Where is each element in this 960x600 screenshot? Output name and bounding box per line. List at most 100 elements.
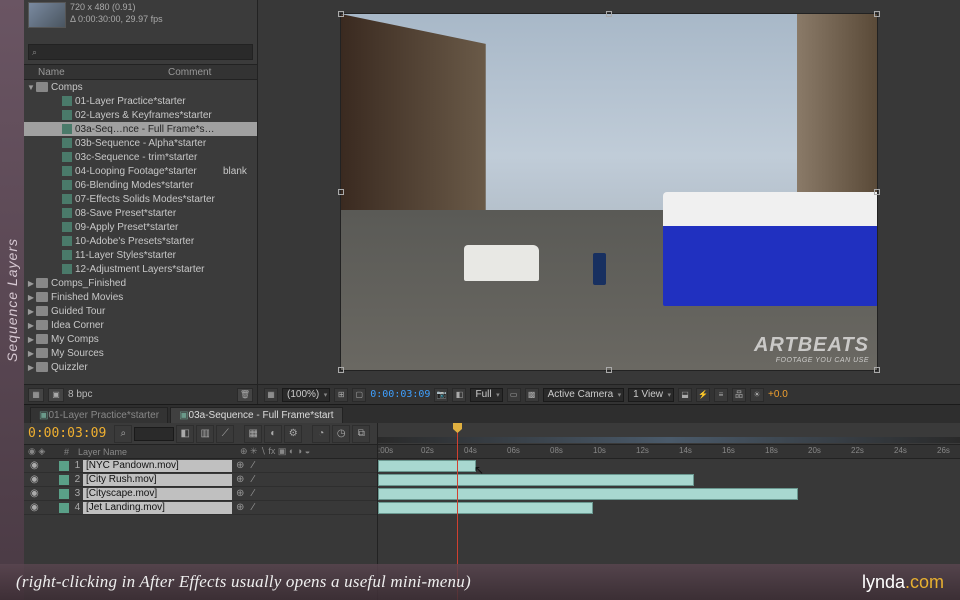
project-item[interactable]: 10-Adobe's Presets*starter [24, 234, 257, 248]
exposure-value[interactable]: +0.0 [768, 389, 788, 400]
project-item[interactable]: ▶Guided Tour [24, 304, 257, 318]
project-item[interactable]: 03b-Sequence - Alpha*starter [24, 136, 257, 150]
transform-handle[interactable] [606, 11, 612, 17]
comp-flowchart-icon[interactable]: 品 [732, 388, 746, 402]
layer-duration-bar[interactable] [378, 488, 798, 500]
frame-blend-icon[interactable]: ▦ [244, 425, 262, 443]
layer-switch[interactable]: ⊕ [236, 488, 244, 499]
reset-exposure-icon[interactable]: ☀ [750, 388, 764, 402]
layer-name[interactable]: [Cityscape.mov] [83, 488, 232, 500]
layer-switch[interactable]: ∕ [252, 488, 254, 499]
project-item[interactable]: ▶My Sources [24, 346, 257, 360]
transform-handle[interactable] [874, 367, 880, 373]
pixel-aspect-icon[interactable]: ⬓ [678, 388, 692, 402]
project-item[interactable]: ▶Quizzler [24, 360, 257, 374]
viewer-timecode[interactable]: 0:00:03:09 [370, 389, 430, 400]
layer-color-swatch[interactable] [59, 475, 68, 485]
visibility-toggle-icon[interactable]: ◉ [30, 474, 39, 485]
graph-editor-icon[interactable]: ◔ [312, 425, 330, 443]
auto-keyframe-icon[interactable]: ◷ [332, 425, 350, 443]
timeline-tab[interactable]: ▣ 01-Layer Practice*starter [30, 407, 168, 423]
layer-row[interactable]: ◉3[Cityscape.mov]⊕∕ [24, 487, 377, 501]
search-icon[interactable]: ⌕ [114, 425, 132, 443]
project-item[interactable]: 03a-Seq…nce - Full Frame*start [24, 122, 257, 136]
timeline-tab[interactable]: ▣ 03a-Sequence - Full Frame*start [170, 407, 343, 423]
layer-row[interactable]: ◉2[City Rush.mov]⊕∕ [24, 473, 377, 487]
project-item[interactable]: 01-Layer Practice*starter [24, 94, 257, 108]
bpc-toggle[interactable]: 8 bpc [68, 389, 92, 400]
viewer-area[interactable]: ARTBEATS FOOTAGE YOU CAN USE [258, 0, 960, 384]
project-item[interactable]: ▶My Comps [24, 332, 257, 346]
layer-switch[interactable]: ∕ [252, 460, 254, 471]
project-item[interactable]: 07-Effects Solids Modes*starter [24, 192, 257, 206]
project-item[interactable]: ▶Idea Corner [24, 318, 257, 332]
fast-preview-icon[interactable]: ⚡ [696, 388, 710, 402]
camera-dropdown[interactable]: Active Camera [543, 388, 625, 402]
project-columns-header[interactable]: Name Comment [24, 64, 257, 80]
transform-handle[interactable] [874, 11, 880, 17]
project-item[interactable]: 09-Apply Preset*starter [24, 220, 257, 234]
layer-switch[interactable]: ⊕ [236, 460, 244, 471]
channel-icon[interactable]: ◧ [452, 388, 466, 402]
trash-icon[interactable]: 🗑 [237, 388, 253, 402]
hide-shy-icon[interactable]: ⟋ [216, 425, 234, 443]
transparency-grid-icon[interactable]: ▩ [525, 388, 539, 402]
layer-color-swatch[interactable] [59, 461, 68, 471]
project-item[interactable]: 06-Blending Modes*starter [24, 178, 257, 192]
time-ruler[interactable]: :00s02s04s06s08s10s12s14s16s18s20s22s24s… [378, 445, 960, 459]
project-item[interactable]: 04-Looping Footage*starterblank [24, 164, 257, 178]
layer-duration-bar[interactable] [378, 502, 593, 514]
project-item[interactable]: 03c-Sequence - trim*starter [24, 150, 257, 164]
layer-name[interactable]: [NYC Pandown.mov] [83, 460, 232, 472]
resolution-dropdown[interactable]: Full [470, 388, 502, 402]
new-folder-icon[interactable]: ▣ [48, 388, 64, 402]
project-item[interactable]: 11-Layer Styles*starter [24, 248, 257, 262]
visibility-toggle-icon[interactable]: ◉ [30, 460, 39, 471]
layer-switch[interactable]: ⊕ [236, 502, 244, 513]
motion-blur-icon[interactable]: ◐ [264, 425, 282, 443]
work-area-bar[interactable] [378, 437, 960, 443]
transform-handle[interactable] [338, 11, 344, 17]
draft3d-icon[interactable]: ▥ [196, 425, 214, 443]
current-time[interactable]: 0:00:03:09 [28, 426, 106, 441]
layer-switch[interactable]: ∕ [252, 502, 254, 513]
project-item[interactable]: 08-Save Preset*starter [24, 206, 257, 220]
zoom-dropdown[interactable]: (100%) [282, 388, 330, 402]
project-item[interactable]: ▶Comps_Finished [24, 276, 257, 290]
layer-name[interactable]: [Jet Landing.mov] [83, 502, 232, 514]
layer-row[interactable]: ◉4[Jet Landing.mov]⊕∕ [24, 501, 377, 515]
layer-color-swatch[interactable] [59, 503, 68, 513]
interpret-footage-icon[interactable]: ▦ [28, 388, 44, 402]
visibility-toggle-icon[interactable]: ◉ [30, 488, 39, 499]
project-tree[interactable]: ▼Comps01-Layer Practice*starter02-Layers… [24, 80, 257, 384]
layer-duration-bar[interactable] [378, 460, 476, 472]
project-item[interactable]: 02-Layers & Keyframes*starter [24, 108, 257, 122]
views-dropdown[interactable]: 1 View [628, 388, 674, 402]
transform-handle[interactable] [338, 189, 344, 195]
project-search-input[interactable]: ⌕ [28, 44, 253, 60]
mask-icon[interactable]: ▢ [352, 388, 366, 402]
layer-search-input[interactable] [134, 427, 174, 441]
snapshot-icon[interactable]: 📷 [434, 388, 448, 402]
viewer-canvas[interactable]: ARTBEATS FOOTAGE YOU CAN USE [340, 13, 878, 371]
transform-handle[interactable] [338, 367, 344, 373]
layer-name[interactable]: [City Rush.mov] [83, 474, 232, 486]
roi-icon[interactable]: ▭ [507, 388, 521, 402]
brainstorm-icon[interactable]: ⚙ [284, 425, 302, 443]
project-item[interactable]: 12-Adjustment Layers*starter [24, 262, 257, 276]
layer-switch[interactable]: ∕ [252, 474, 254, 485]
grid-icon[interactable]: ⊞ [334, 388, 348, 402]
alpha-icon[interactable]: ▦ [264, 388, 278, 402]
timeline-icon[interactable]: ≡ [714, 388, 728, 402]
layer-duration-bar[interactable] [378, 474, 694, 486]
comp-mini-flowchart-icon[interactable]: ◧ [176, 425, 194, 443]
layer-color-swatch[interactable] [59, 489, 68, 499]
transform-handle[interactable] [874, 189, 880, 195]
project-item[interactable]: ▶Finished Movies [24, 290, 257, 304]
visibility-toggle-icon[interactable]: ◉ [30, 502, 39, 513]
project-item[interactable]: ▼Comps [24, 80, 257, 94]
transform-handle[interactable] [606, 367, 612, 373]
layer-row[interactable]: ◉1[NYC Pandown.mov]⊕∕ [24, 459, 377, 473]
graph-toggle-icon[interactable]: ⧉ [352, 425, 370, 443]
layer-switch[interactable]: ⊕ [236, 474, 244, 485]
